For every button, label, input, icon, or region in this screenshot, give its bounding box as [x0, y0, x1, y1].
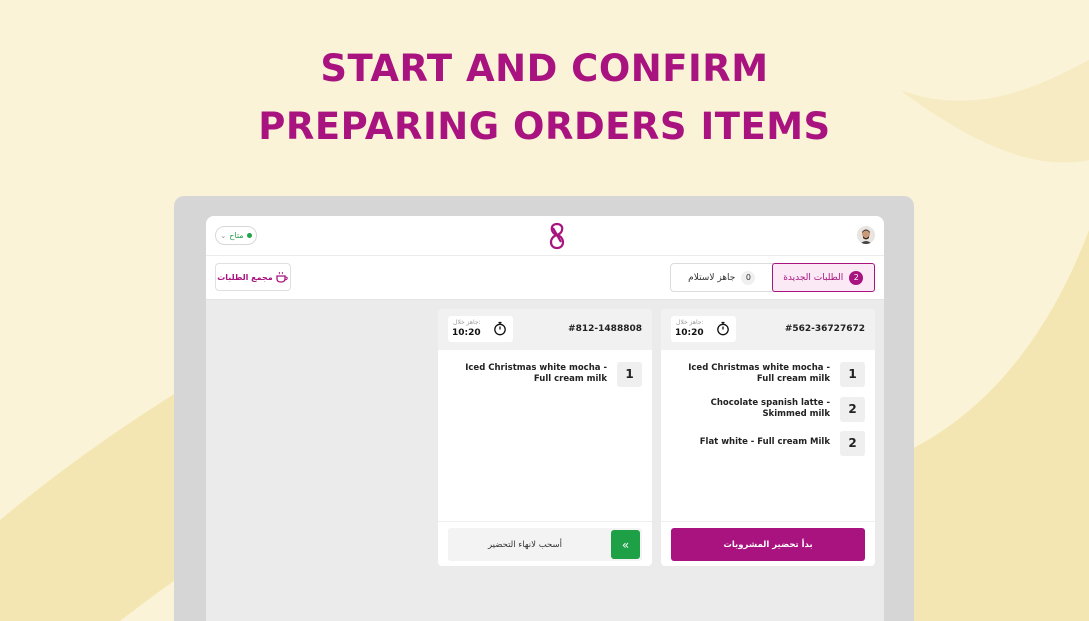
ready-time: 10:20 [675, 328, 704, 338]
item-name: Iced Christmas white mocha - Full cream … [688, 362, 830, 384]
list-item: Flat white - Full cream Milk 2 [680, 430, 865, 456]
item-qty: 2 [840, 396, 865, 422]
double-chevron-left-icon[interactable]: « [611, 530, 640, 559]
swipe-to-finish-slider[interactable]: أسحب لانهاء التحضير « [448, 528, 642, 561]
chevron-down-icon: ⌄ [220, 231, 227, 240]
ready-time: 10:20 [452, 328, 481, 338]
availability-label: متاح [229, 231, 244, 240]
orders-collection-label: مجمع الطلبات [217, 272, 273, 282]
order-card: #562-36727672 جاهز خلال: 10:20 Iced Chri… [661, 309, 875, 566]
tab-ready-count: 0 [741, 270, 756, 285]
order-card-footer: أسحب لانهاء التحضير « [438, 521, 652, 566]
ready-in-label: جاهز خلال: [676, 319, 704, 326]
ready-timer: جاهز خلال: 10:20 [671, 316, 736, 342]
ready-in-label: جاهز خلال: [453, 319, 481, 326]
user-avatar-icon [857, 226, 875, 244]
order-id: #562-36727672 [784, 324, 865, 334]
tab-new-label: الطلبات الجديدة [783, 272, 844, 283]
item-name: Iced Christmas white mocha - Full cream … [465, 362, 607, 384]
swipe-to-finish-label: أسحب لانهاء التحضير [487, 539, 563, 550]
sub-bar: مجمع الطلبات جاهز لاستلام 0 الطلبات الجد… [206, 256, 884, 300]
tab-ready-label: جاهز لاستلام [688, 272, 736, 283]
status-dot-icon [246, 233, 252, 238]
ready-timer: جاهز خلال: 10:20 [448, 316, 513, 342]
stopwatch-icon [717, 321, 729, 336]
brand-logo-icon [549, 222, 565, 250]
item-name: Chocolate spanish latte - Skimmed milk [710, 397, 830, 419]
list-item: Iced Christmas white mocha - Full cream … [457, 361, 642, 387]
headline-line-1: START AND CONFIRM [320, 47, 769, 90]
orders-collection-button[interactable]: مجمع الطلبات [215, 263, 291, 291]
order-card-header: #812-1488808 جاهز خلال: 10:20 [438, 309, 652, 350]
app-screen: ⌄ متاح مجمع الطلبات جاهز لاستلام 0 الطلب… [206, 216, 884, 621]
tab-new-count: 2 [849, 270, 864, 285]
item-qty: 1 [840, 361, 865, 387]
list-item: Iced Christmas white mocha - Full cream … [680, 361, 865, 387]
user-avatar[interactable] [857, 226, 875, 244]
order-id: #812-1488808 [568, 324, 642, 334]
coffee-cup-icon [276, 271, 288, 283]
top-bar: ⌄ متاح [206, 216, 884, 256]
tab-ready-for-pickup[interactable]: جاهز لاستلام 0 [671, 264, 773, 291]
stopwatch-icon [494, 321, 506, 336]
item-qty: 1 [617, 361, 642, 387]
order-card-footer: بدأ تحضير المشروبات [661, 521, 875, 566]
item-name: Flat white - Full cream Milk [699, 437, 830, 448]
order-status-tabs: جاهز لاستلام 0 الطلبات الجديدة 2 [670, 263, 875, 292]
availability-toggle[interactable]: ⌄ متاح [215, 226, 257, 245]
order-card-header: #562-36727672 جاهز خلال: 10:20 [661, 309, 875, 350]
start-preparing-button[interactable]: بدأ تحضير المشروبات [671, 528, 865, 561]
tab-new-orders[interactable]: الطلبات الجديدة 2 [771, 263, 875, 292]
order-card: #812-1488808 جاهز خلال: 10:20 Iced Chris… [438, 309, 652, 566]
item-qty: 2 [840, 430, 865, 456]
list-item: Chocolate spanish latte - Skimmed milk 2 [680, 396, 865, 422]
headline-line-2: PREPARING ORDERS ITEMS [258, 105, 831, 148]
